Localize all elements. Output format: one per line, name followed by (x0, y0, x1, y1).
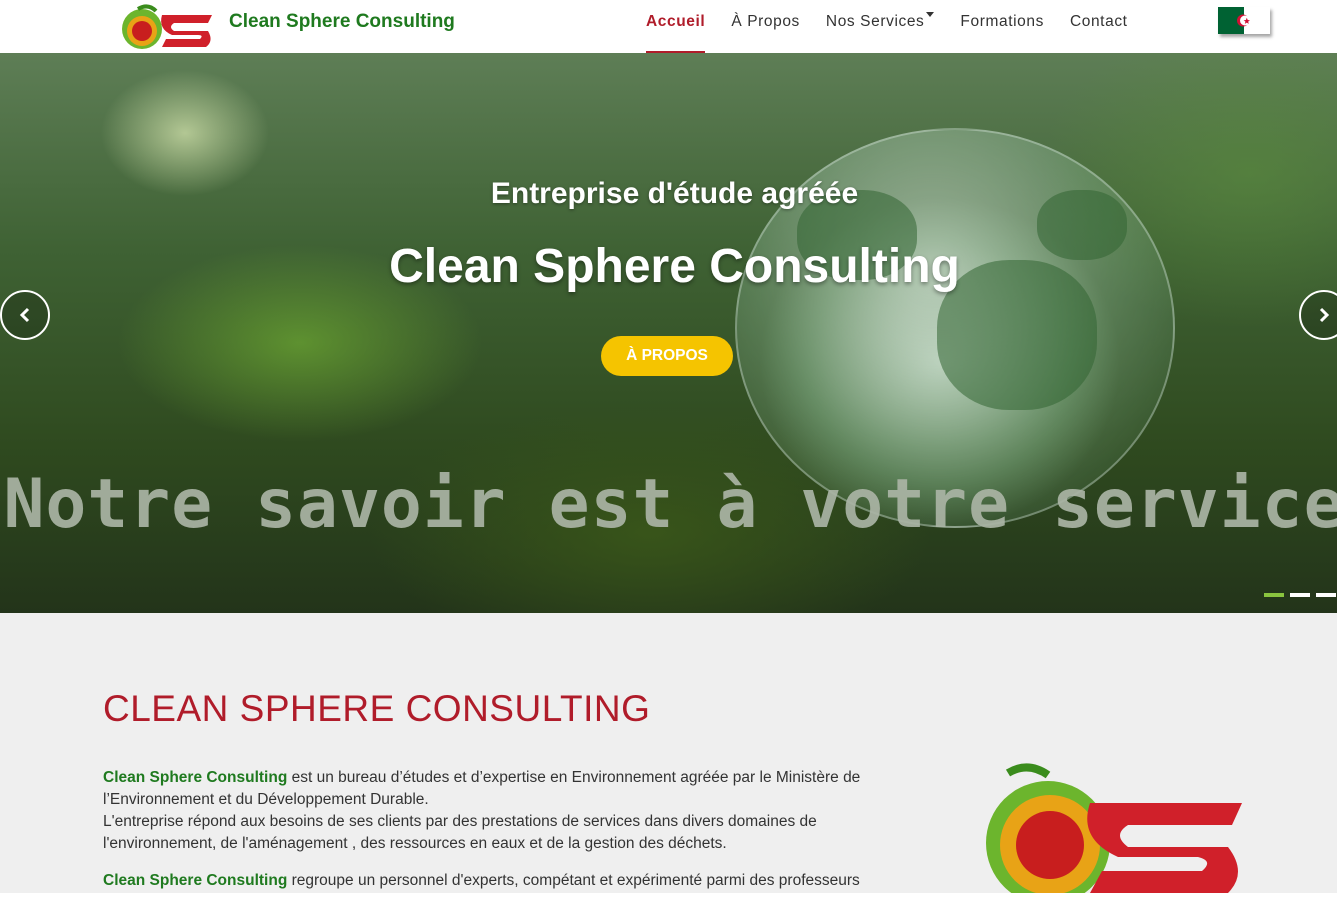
hero-slogan: Notre savoir est à votre service (3, 465, 1337, 544)
company-name-highlight: Clean Sphere Consulting (103, 769, 288, 786)
about-title: CLEAN SPHERE CONSULTING (103, 688, 651, 729)
about-section: CLEAN SPHERE CONSULTING Clean Sphere Con… (0, 613, 1337, 893)
hero-title: Clean Sphere Consulting (389, 240, 960, 293)
about-text: Clean Sphere Consulting est un bureau d’… (103, 767, 903, 907)
company-logo-large (978, 763, 1246, 893)
a-propos-button[interactable]: À PROPOS (601, 336, 733, 376)
nav-item-accueil[interactable]: Accueil (633, 0, 718, 53)
carousel-indicator[interactable] (1290, 593, 1310, 597)
carousel-indicators (1264, 593, 1337, 597)
about-text-span: regroupe un personnel d'experts, compéta… (287, 872, 860, 889)
hero-subtitle: Entreprise d'étude agréée (490, 177, 859, 210)
main-nav: Accueil À Propos Nos Services Formations… (633, 0, 1141, 53)
about-paragraph: Clean Sphere Consulting est un bureau d’… (103, 767, 903, 855)
nav-item-nos-services[interactable]: Nos Services (813, 0, 948, 53)
brand[interactable]: Clean Sphere Consulting (118, 0, 455, 53)
brand-name[interactable]: Clean Sphere Consulting (229, 11, 455, 33)
nav-item-a-propos[interactable]: À Propos (718, 0, 813, 53)
carousel-prev-button[interactable] (0, 290, 50, 340)
page-bottom (0, 893, 1337, 923)
company-name-highlight: Clean Sphere Consulting (103, 872, 288, 889)
hero-carousel: Entreprise d'étude agréée Clean Sphere C… (0, 53, 1337, 613)
algeria-flag-icon[interactable] (1218, 7, 1270, 34)
chevron-left-icon (19, 307, 30, 323)
company-logo[interactable] (118, 1, 216, 53)
nav-item-formations[interactable]: Formations (947, 0, 1057, 53)
navbar: Clean Sphere Consulting Accueil À Propos… (0, 0, 1337, 53)
chevron-right-icon (1319, 307, 1330, 323)
nav-item-contact[interactable]: Contact (1057, 0, 1141, 53)
nav-item-nos-services-label: Nos Services (825, 13, 925, 30)
about-paragraph: Clean Sphere Consulting regroupe un pers… (103, 870, 903, 892)
carousel-next-button[interactable] (1299, 290, 1337, 340)
about-text-span: L'entreprise répond aux besoins de ses c… (103, 813, 817, 852)
carousel-indicator[interactable] (1316, 593, 1336, 597)
caret-down-icon (926, 12, 935, 17)
carousel-indicator[interactable] (1264, 593, 1284, 597)
